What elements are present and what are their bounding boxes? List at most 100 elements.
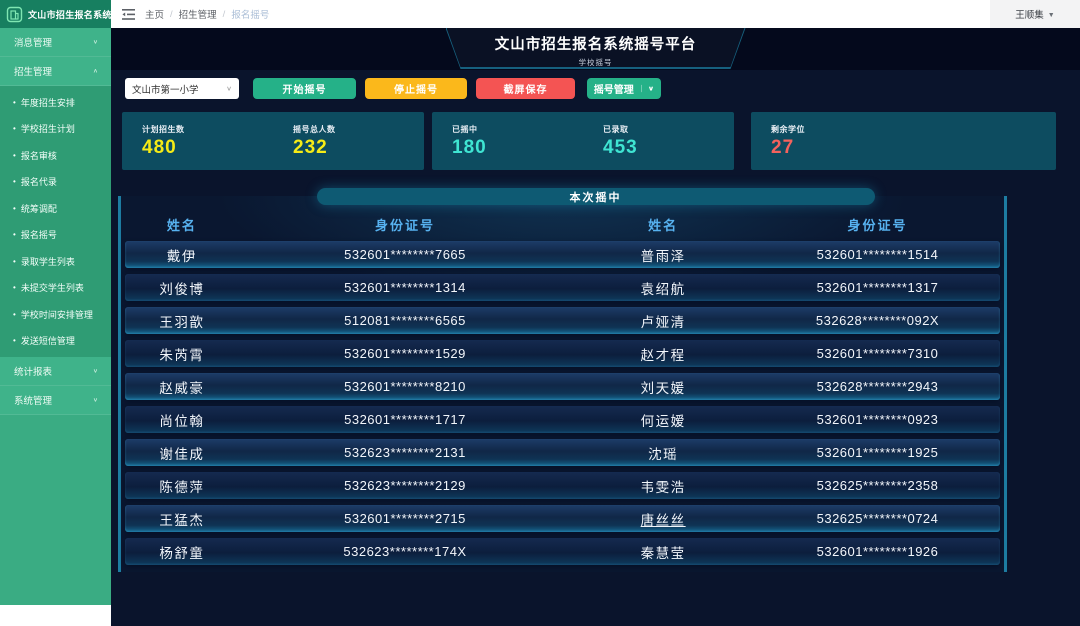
column-header: 姓名 [166, 217, 197, 233]
sidebar-item[interactable]: • 学校时间安排管理 [0, 301, 111, 328]
student-id-cell: 532601********1314 [344, 280, 466, 295]
building-logo-icon [6, 6, 23, 22]
bullet-icon: • [13, 124, 16, 134]
stat-value: 232 [293, 136, 328, 158]
sidebar-item-label: 年度招生安排 [20, 97, 75, 108]
sidebar-group-label: 消息管理 [14, 38, 53, 49]
stat-label: 摇号总人数 [293, 124, 336, 134]
sidebar-item-label: 发送短信管理 [20, 336, 75, 347]
breadcrumb-separator: / [170, 8, 173, 20]
column-header: 身份证号 [374, 217, 435, 233]
sidebar-group[interactable]: 消息管理 ∨ [0, 28, 111, 57]
breadcrumb-item[interactable]: 招生管理 [179, 7, 217, 21]
button-截屏保存[interactable]: 截屏保存 [476, 78, 575, 99]
chevron-up-icon: ∧ [92, 68, 98, 75]
sidebar-group[interactable]: 统计报表 ∨ [0, 357, 111, 386]
sidebar-item-label: 学校招生计划 [20, 124, 75, 135]
chevron-down-icon: ∨ [92, 397, 98, 404]
sidebar-item[interactable]: • 未提交学生列表 [0, 275, 111, 302]
breadcrumb-item: 报名摇号 [231, 10, 270, 21]
student-id-cell: 532601********1925 [816, 445, 939, 460]
student-name-cell: 赵威豪 [159, 380, 205, 396]
student-name-cell: 王羽歆 [159, 314, 205, 330]
chevron-down-icon: ∨ [92, 39, 98, 46]
stat-block: 已录取 453 [583, 124, 734, 159]
sidebar-background: 文山市招生报名系统 消息管理 ∨ 招生管理 ∧ • 年度招生安排 • 学校招生计划 • 报名审核 •… [0, 0, 111, 605]
student-name-cell: 唐丝丝 [640, 512, 686, 528]
bullet-icon: • [13, 256, 16, 266]
stat-value: 453 [603, 136, 638, 158]
column-header: 身份证号 [847, 217, 908, 233]
table-row: 戴伊 532601********7665 普雨泽 532601********151… [125, 241, 1000, 268]
student-id-cell: 532628********2943 [816, 379, 939, 394]
sidebar-collapse-icon[interactable] [122, 8, 135, 20]
sidebar-item[interactable]: • 报名审核 [0, 142, 111, 169]
user-caret-icon: ▼ [1047, 12, 1055, 19]
student-id-cell: 512081********6565 [344, 313, 466, 328]
stat-label: 计划招生数 [142, 124, 185, 134]
sidebar-item-label: 未提交学生列表 [20, 283, 84, 294]
main-area: 主页 / 招生管理 / 报名摇号 王顺集 ▼ 文山市招生报名系统摇号平台 学校摇号 文山… [111, 0, 1080, 626]
bullet-icon: • [13, 230, 16, 240]
student-name-cell: 王猛杰 [159, 512, 205, 528]
content: 文山市招生报名系统摇号平台 学校摇号 文山市第一小学 ∨ 开始摇号 停止摇号 截屏保… [111, 28, 1080, 626]
breadcrumb-item[interactable]: 主页 [145, 7, 164, 21]
student-name-cell: 杨舒童 [159, 545, 205, 561]
button-摇号管理[interactable]: 摇号管理 ∨ [587, 78, 661, 99]
student-id-cell: 532601********1317 [816, 280, 939, 295]
button-label: 截屏保存 [503, 85, 548, 96]
table-row: 尚位翰 532601********1717 何运嫒 532601********09… [125, 406, 1000, 433]
student-id-cell: 532601********1529 [344, 346, 466, 361]
student-name-cell: 普雨泽 [640, 248, 686, 264]
student-name-cell: 尚位翰 [159, 413, 205, 429]
student-name-cell: 陈德萍 [159, 479, 205, 495]
stat-block: 摇号总人数 232 [273, 124, 424, 159]
table-row: 杨舒童 532623********174X 秦慧莹 532601********19… [125, 538, 1000, 565]
student-id-cell: 532601********2715 [344, 511, 466, 526]
chevron-down-icon: ∨ [92, 368, 98, 375]
student-id-cell: 532601********1514 [816, 247, 939, 262]
button-停止摇号[interactable]: 停止摇号 [365, 78, 467, 99]
student-id-cell: 532623********2129 [344, 478, 466, 493]
stat-value: 480 [142, 136, 177, 158]
bullet-icon: • [13, 203, 16, 213]
dropdown-caret-icon[interactable]: ∨ [640, 84, 654, 93]
stat-value: 27 [771, 136, 795, 158]
student-name-cell: 卢娅清 [640, 314, 686, 330]
stat-card: 剩余学位 27 [751, 112, 1056, 170]
stat-card: 已摇中 180 已录取 453 [432, 112, 734, 170]
sidebar-menu: 消息管理 ∨ 招生管理 ∧ • 年度招生安排 • 学校招生计划 • 报名审核 • 报名代录 • 统筹调配 •… [0, 28, 111, 415]
sidebar-group[interactable]: 招生管理 ∧ [0, 57, 111, 86]
sidebar-item[interactable]: • 统筹调配 [0, 195, 111, 222]
table-body: 戴伊 532601********7665 普雨泽 532601********151… [125, 241, 1000, 565]
sidebar-item[interactable]: • 年度招生安排 [0, 89, 111, 116]
banner-title: 文山市招生报名系统摇号平台 [494, 37, 697, 53]
column-header: 姓名 [648, 217, 679, 233]
bullet-icon: • [13, 336, 16, 346]
school-select[interactable]: 文山市第一小学 ∨ [125, 78, 239, 99]
lottery-panel: 姓名 身份证号 姓名 身份证号 戴伊 532601********7665 普雨泽 5326… [118, 196, 1007, 572]
sidebar-item-label: 录取学生列表 [20, 256, 75, 267]
sidebar-item[interactable]: • 报名摇号 [0, 222, 111, 249]
student-name-cell: 刘俊博 [159, 281, 205, 297]
tab-current-round[interactable]: 本次摇中 [316, 188, 875, 205]
sidebar-group[interactable]: 系统管理 ∨ [0, 386, 111, 415]
sidebar-item[interactable]: • 报名代录 [0, 169, 111, 196]
sidebar-item[interactable]: • 发送短信管理 [0, 328, 111, 355]
sidebar-item-label: 报名摇号 [20, 230, 57, 241]
button-label: 停止摇号 [394, 85, 438, 96]
user-menu[interactable]: 王顺集 ▼ [990, 0, 1080, 28]
table-row: 陈德萍 532623********2129 韦雯浩 532625********23… [125, 472, 1000, 499]
sidebar-item[interactable]: • 学校招生计划 [0, 116, 111, 143]
sidebar-item[interactable]: • 录取学生列表 [0, 248, 111, 275]
table-row: 赵威豪 532601********8210 刘天媛 532628********29… [125, 373, 1000, 400]
table-row: 王羽歆 512081********6565 卢娅清 532628********09… [125, 307, 1000, 334]
stat-card: 计划招生数 480 摇号总人数 232 [122, 112, 424, 170]
sidebar-group-label: 招生管理 [14, 67, 53, 78]
app-title: 文山市招生报名系统 [28, 9, 112, 20]
sidebar: 文山市招生报名系统 消息管理 ∨ 招生管理 ∧ • 年度招生安排 • 学校招生计划 • 报名审核 •… [0, 0, 111, 626]
student-id-cell: 532601********7310 [816, 346, 939, 361]
bullet-icon: • [13, 97, 16, 107]
sidebar-submenu: • 年度招生安排 • 学校招生计划 • 报名审核 • 报名代录 • 统筹调配 • 报名摇号 • 录取学生列… [0, 86, 111, 357]
button-开始摇号[interactable]: 开始摇号 [253, 78, 356, 99]
